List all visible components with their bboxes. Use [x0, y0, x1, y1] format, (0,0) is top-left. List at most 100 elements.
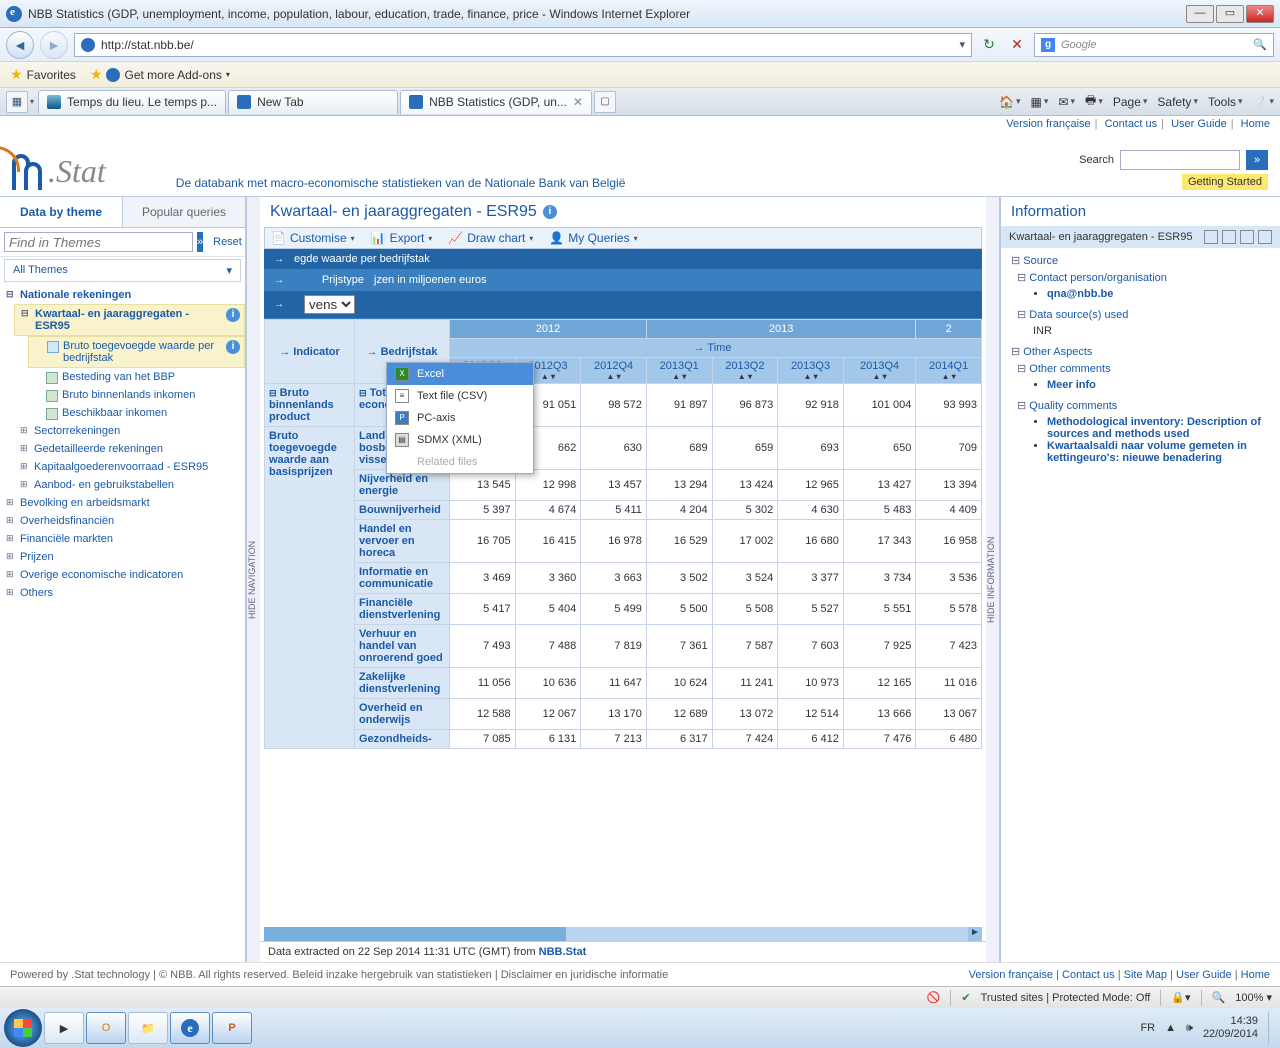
trusted-sites-label[interactable]: Trusted sites | Protected Mode: Off	[981, 992, 1151, 1004]
zoom-level[interactable]: 100% ▾	[1235, 991, 1272, 1004]
url-dropdown-icon[interactable]: ▾	[959, 38, 965, 51]
back-button[interactable]: ◄	[6, 31, 34, 59]
taskbar-powerpoint[interactable]: P	[212, 1012, 252, 1044]
info-tool-icon[interactable]	[1204, 230, 1218, 244]
export-button[interactable]: 📊Export▾	[371, 231, 433, 245]
minimize-button[interactable]: —	[1186, 5, 1214, 23]
print-button[interactable]: 🖶▾	[1085, 91, 1103, 112]
horizontal-scrollbar[interactable]: ◄►	[264, 927, 982, 941]
info-icon[interactable]: i	[226, 308, 240, 322]
tab-nbb[interactable]: NBB Statistics (GDP, un...✕	[400, 90, 592, 114]
customise-button[interactable]: 📄Customise▾	[271, 231, 355, 245]
tree-kapitaalgoederen[interactable]: Kapitaalgoederenvoorraad - ESR95	[14, 458, 245, 476]
favorites-button[interactable]: ★Favorites	[10, 66, 76, 83]
safety-menu[interactable]: Safety▾	[1157, 95, 1198, 109]
quarter-header[interactable]: 2013Q3▲ ▾	[778, 358, 844, 384]
search-button-icon[interactable]: 🔍	[1253, 38, 1267, 51]
tree-bevolking[interactable]: Bevolking en arbeidsmarkt	[0, 494, 245, 512]
draw-chart-button[interactable]: 📈Draw chart▾	[448, 231, 533, 245]
tree-nationale-rekeningen[interactable]: Nationale rekeningen	[0, 286, 245, 304]
scroll-thumb[interactable]	[264, 927, 566, 941]
taskbar-ie[interactable]: e	[170, 1012, 210, 1044]
footer-home[interactable]: Home	[1241, 969, 1270, 981]
link-fr[interactable]: Version française	[1006, 118, 1090, 130]
tab-close-icon[interactable]: ✕	[573, 95, 583, 109]
forward-button[interactable]: ►	[40, 31, 68, 59]
browser-search-bar[interactable]: g Google 🔍	[1034, 33, 1274, 57]
link-home[interactable]: Home	[1241, 118, 1270, 130]
tree-overige[interactable]: Overige economische indicatoren	[0, 566, 245, 584]
email-link[interactable]: qna@nbb.be	[1047, 288, 1113, 300]
taskbar-outlook[interactable]: O	[86, 1012, 126, 1044]
info-source[interactable]: Source	[1011, 254, 1270, 267]
new-tab-button[interactable]: ▢	[594, 91, 616, 113]
tree-others[interactable]: Others	[0, 584, 245, 602]
start-button[interactable]	[4, 1009, 42, 1047]
data-table-wrap[interactable]: → Indicator → Bedrijfstak 2012 2013 2 → …	[264, 319, 982, 927]
tree-besteding-bbp[interactable]: Besteding van het BBP	[28, 368, 245, 386]
addons-button[interactable]: ★Get more Add-ons ▾	[90, 66, 230, 83]
tab-data-by-theme[interactable]: Data by theme	[0, 197, 123, 227]
site-search-go[interactable]: »	[1246, 150, 1268, 170]
meth-link[interactable]: Methodological inventory: Description of…	[1047, 416, 1261, 440]
info-icon[interactable]: i	[226, 340, 240, 354]
getting-started-button[interactable]: Getting Started	[1182, 174, 1268, 190]
tree-beschikbaar[interactable]: Beschikbaar inkomen	[28, 404, 245, 422]
meer-info-link[interactable]: Meer info	[1047, 379, 1096, 391]
tree-sectorrekeningen[interactable]: Sectorrekeningen	[14, 422, 245, 440]
quarter-header[interactable]: 2014Q1▲ ▾	[916, 358, 982, 384]
find-go-button[interactable]: »	[197, 232, 203, 252]
mail-button[interactable]: ✉▾	[1058, 95, 1075, 109]
find-input[interactable]	[4, 232, 193, 252]
tab-popular-queries[interactable]: Popular queries	[123, 197, 245, 227]
info-tool-icon[interactable]	[1258, 230, 1272, 244]
tab-temps[interactable]: Temps du lieu. Le temps p...	[38, 90, 226, 114]
tree-bruto-toegevoegde[interactable]: Bruto toegevoegde waarde per bedrijfstak…	[28, 336, 245, 368]
tree-financiele[interactable]: Financiële markten	[0, 530, 245, 548]
tools-menu[interactable]: Tools▾	[1208, 95, 1243, 109]
dim-select[interactable]: vens	[304, 295, 355, 314]
export-sdmx[interactable]: ▤SDMX (XML)	[387, 429, 533, 451]
refresh-button[interactable]: ↻	[978, 34, 1000, 56]
footer-guide[interactable]: User Guide	[1176, 969, 1232, 981]
hide-nav-toggle[interactable]: HIDE NAVIGATION	[246, 197, 260, 962]
help-button[interactable]: ❔▾	[1253, 95, 1274, 109]
page-menu[interactable]: Page▾	[1113, 95, 1148, 109]
site-search-input[interactable]	[1120, 150, 1240, 170]
info-dsused[interactable]: Data source(s) used	[1017, 308, 1270, 321]
hide-info-toggle[interactable]: HIDE INFORMATION	[986, 197, 1000, 962]
tree-aanbod[interactable]: Aanbod- en gebruikstabellen	[14, 476, 245, 494]
info-quality-comments[interactable]: Quality comments	[1017, 399, 1270, 412]
tree-gedetailleerde[interactable]: Gedetailleerde rekeningen	[14, 440, 245, 458]
tree-kwartaal-esr95[interactable]: Kwartaal- en jaaraggregaten - ESR95i	[14, 304, 245, 336]
zoom-icon[interactable]: 🔍	[1212, 991, 1226, 1004]
export-pcaxis[interactable]: PPC-axis	[387, 407, 533, 429]
my-queries-button[interactable]: 👤My Queries▾	[549, 231, 637, 245]
info-other-comments[interactable]: Other comments	[1017, 362, 1270, 375]
tray-network-icon[interactable]: 🕪	[1186, 1022, 1193, 1035]
info-tool-icon[interactable]	[1240, 230, 1254, 244]
nbbstat-link[interactable]: NBB.Stat	[539, 946, 587, 958]
info-contact[interactable]: Contact person/organisation	[1017, 271, 1270, 284]
reset-link[interactable]: Reset	[207, 236, 248, 248]
popup-blocker-icon[interactable]: 🚫	[927, 991, 941, 1004]
feeds-button[interactable]: ▦▾	[1031, 95, 1049, 109]
export-csv[interactable]: ≡Text file (CSV)	[387, 385, 533, 407]
ketting-link[interactable]: Kwartaalsaldi naar volume gemeten in ket…	[1047, 440, 1247, 464]
footer-sitemap[interactable]: Site Map	[1124, 969, 1167, 981]
footer-fr[interactable]: Version française	[969, 969, 1053, 981]
address-bar[interactable]: http://stat.nbb.be/ ▾	[74, 33, 972, 57]
show-desktop[interactable]	[1268, 1012, 1276, 1044]
info-icon[interactable]: i	[543, 205, 557, 219]
taskbar-mediaplayer[interactable]: ▶	[44, 1012, 84, 1044]
export-excel[interactable]: XExcel	[387, 363, 533, 385]
quarter-header[interactable]: 2013Q4▲ ▾	[843, 358, 915, 384]
tray-clock[interactable]: 14:39 22/09/2014	[1203, 1015, 1258, 1041]
footer-contact[interactable]: Contact us	[1062, 969, 1115, 981]
maximize-button[interactable]: ▭	[1216, 5, 1244, 23]
quick-tabs-button[interactable]: ▦	[6, 91, 28, 113]
scroll-right-icon[interactable]: ►	[968, 927, 982, 941]
tab-new[interactable]: New Tab	[228, 90, 398, 114]
quarter-header[interactable]: 2012Q4▲ ▾	[581, 358, 647, 384]
tree-prijzen[interactable]: Prijzen	[0, 548, 245, 566]
